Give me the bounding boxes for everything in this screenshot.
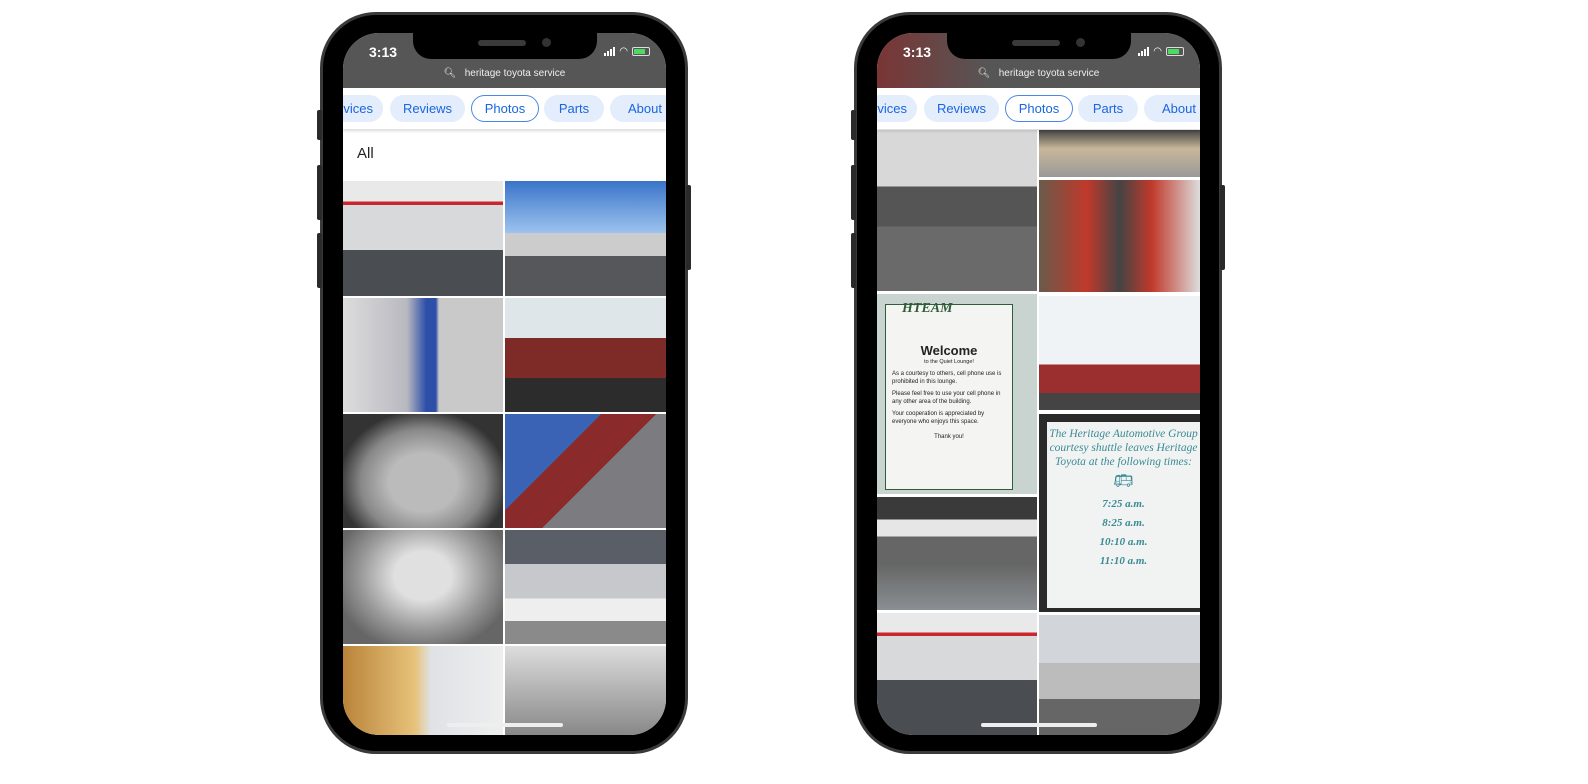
signal-icon [604,47,616,56]
tab-parts[interactable]: Parts [1078,95,1138,122]
sign-title: Welcome [920,343,978,358]
notch [413,33,597,59]
photo-tile[interactable] [877,613,1037,735]
photo-tile[interactable] [877,497,1037,610]
photo-tile[interactable] [505,414,666,528]
home-indicator[interactable] [447,723,563,727]
status-time: 3:13 [903,44,932,60]
search-bar[interactable]: 🔍︎ heritage toyota service [877,68,1200,79]
tab-bar: vices Reviews Photos Parts About [877,88,1200,129]
tab-about[interactable]: About [610,95,666,122]
section-heading: All [343,129,666,181]
phone-right: 3:13 ◠ 🔍︎ heritage toyota service vices … [851,12,1225,754]
tab-photos[interactable]: Photos [1005,95,1073,122]
tab-services[interactable]: vices [343,95,383,122]
phone-left: 3:13 ◠ 🔍︎ heritage toyota service vices … [317,12,691,754]
photo-tile[interactable] [343,414,503,528]
photo-tile[interactable] [1039,130,1200,177]
signal-icon [1138,47,1150,56]
wifi-icon: ◠ [619,46,628,57]
photo-tile[interactable] [877,130,1037,291]
photo-tile[interactable] [343,646,503,735]
search-bar[interactable]: 🔍︎ heritage toyota service [343,68,666,79]
photo-tile[interactable] [505,298,666,412]
status-time: 3:13 [369,44,398,60]
tab-parts[interactable]: Parts [544,95,604,122]
photo-tile[interactable] [1039,180,1200,292]
photo-tile[interactable] [343,181,503,296]
search-icon: 🔍︎ [977,68,991,79]
photo-tile[interactable] [505,181,666,296]
photo-tile[interactable] [343,298,503,412]
photo-tile[interactable]: The Heritage Automotive Group courtesy s… [1039,414,1200,612]
tab-services[interactable]: vices [877,95,917,122]
sign-text: The Heritage Automotive Group courtesy s… [1049,428,1198,468]
photo-tile[interactable] [505,530,666,644]
photo-tile[interactable] [1039,296,1200,410]
photo-tile[interactable]: HTEAM Welcome to the Quiet Lounge! As a … [877,294,1037,494]
battery-icon [1166,47,1184,56]
bus-icon: 🚌︎ [1113,473,1134,491]
battery-icon [632,47,650,56]
wifi-icon: ◠ [1153,46,1162,57]
sign-logo: HTEAM [902,301,953,316]
search-query: heritage toyota service [464,68,566,79]
tab-photos[interactable]: Photos [471,95,539,122]
tab-about[interactable]: About [1144,95,1200,122]
photo-tile[interactable] [505,646,666,735]
tab-bar: vices Reviews Photos Parts About [343,88,666,129]
tab-reviews[interactable]: Reviews [924,95,999,122]
notch [947,33,1131,59]
photo-tile[interactable] [343,530,503,644]
photo-tile[interactable] [1039,615,1200,735]
search-icon: 🔍︎ [443,68,457,79]
tab-reviews[interactable]: Reviews [390,95,465,122]
home-indicator[interactable] [981,723,1097,727]
search-query: heritage toyota service [998,68,1100,79]
